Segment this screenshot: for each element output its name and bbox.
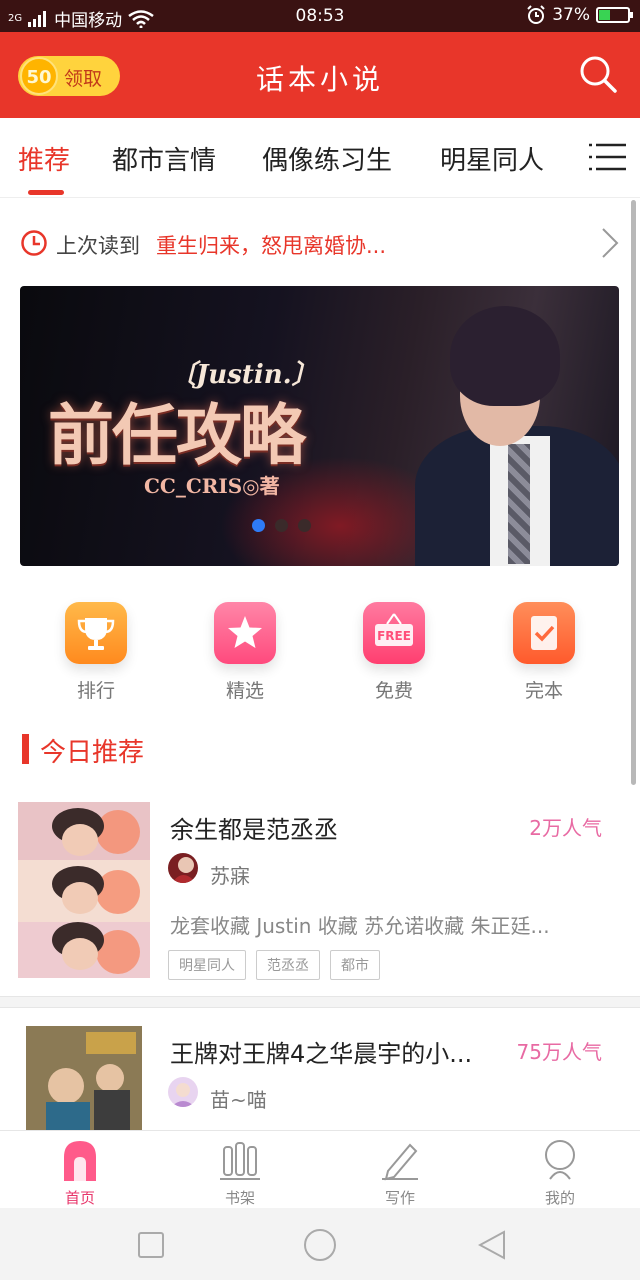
book-tag[interactable]: 都市: [330, 950, 380, 980]
quick-link-free[interactable]: FREE 免费: [334, 600, 454, 703]
book-cover[interactable]: [26, 1026, 142, 1130]
status-right: 37%: [526, 5, 633, 25]
check-note-icon: [513, 602, 575, 664]
last-read-bar[interactable]: 上次读到 重生归来，怒甩离婚协...: [20, 226, 620, 260]
carousel-dot[interactable]: [275, 519, 288, 532]
battery-icon: [596, 7, 633, 23]
banner-carousel[interactable]: 〔Justin.〕 前任攻略 CC_CRIS◎著: [20, 286, 619, 566]
quick-link-label: 完本: [524, 680, 563, 702]
nav-me[interactable]: 我的: [500, 1137, 620, 1208]
menu-icon[interactable]: [588, 142, 628, 172]
nav-label: 首页: [64, 1189, 95, 1207]
book-tag[interactable]: 范丞丞: [256, 950, 320, 980]
tab-urban-romance[interactable]: 都市言情: [112, 140, 216, 177]
carousel-dots: [252, 519, 311, 532]
status-bar: 2G 中国移动 08:53 37%: [0, 0, 640, 32]
profile-icon: [545, 1140, 575, 1180]
quick-link-label: 免费: [374, 680, 413, 702]
last-read-book[interactable]: 重生归来，怒甩离婚协...: [156, 230, 640, 260]
nav-label: 书架: [224, 1189, 255, 1207]
banner-person-hair: [450, 306, 560, 406]
book-popularity: 75万人气: [516, 1040, 602, 1064]
nav-bookshelf[interactable]: 书架: [180, 1137, 300, 1208]
carousel-dot[interactable]: [252, 519, 265, 532]
active-tab-indicator: [28, 190, 64, 195]
banner-person-tie: [508, 444, 530, 564]
chevron-right-icon[interactable]: [600, 226, 620, 260]
trophy-icon: [65, 602, 127, 664]
carousel-dot[interactable]: [298, 519, 311, 532]
tab-idol-trainee[interactable]: 偶像练习生: [262, 140, 392, 177]
free-sign-icon: FREE: [363, 602, 425, 664]
author-avatar: [168, 853, 198, 883]
quick-link-label: 排行: [76, 680, 115, 702]
nav-write[interactable]: 写作: [340, 1137, 460, 1208]
system-nav-bar: [0, 1208, 640, 1280]
app-header: 50 领取 话本小说: [0, 32, 640, 118]
quick-link-featured[interactable]: 精选: [185, 600, 305, 703]
home-icon: [64, 1141, 96, 1181]
clock-icon: [21, 230, 47, 256]
recent-apps-icon[interactable]: [138, 1232, 164, 1258]
nav-label: 写作: [384, 1189, 415, 1207]
book-author: 苏寐: [210, 864, 250, 888]
alarm-icon: [527, 5, 545, 24]
category-tabs: 推荐 都市言情 偶像练习生 明星同人: [0, 118, 640, 198]
banner-title: 前任攻略: [48, 396, 306, 474]
book-description: 龙套收藏 Justin 收藏 苏允诺收藏 朱正廷...: [170, 914, 550, 938]
book-author: 苗~喵: [210, 1088, 267, 1112]
book-tags: 明星同人 范丞丞 都市: [168, 950, 380, 980]
search-icon[interactable]: [578, 54, 618, 94]
tab-recommend[interactable]: 推荐: [18, 140, 70, 177]
banner-byline: CC_CRIS◎著: [144, 474, 280, 498]
last-read-prefix: 上次读到: [56, 234, 140, 258]
author-avatar: [168, 1077, 198, 1107]
book-title: 余生都是范丞丞: [170, 816, 338, 844]
app-title: 话本小说: [255, 63, 384, 96]
quick-links: 排行 精选 FREE 免费 完本: [0, 600, 640, 710]
star-icon: [214, 602, 276, 664]
battery-fill: [599, 10, 611, 20]
bookshelf-icon: [220, 1142, 260, 1180]
quick-link-label: 精选: [225, 680, 264, 702]
section-accent-bar: [22, 734, 29, 764]
book-popularity: 2万人气: [529, 816, 602, 840]
back-triangle-icon[interactable]: [478, 1230, 506, 1260]
quick-link-completed[interactable]: 完本: [484, 600, 604, 703]
svg-text:FREE: FREE: [377, 629, 411, 643]
section-title: 今日推荐: [40, 738, 145, 768]
tab-celebrity-fanfic[interactable]: 明星同人: [440, 140, 544, 177]
bottom-nav: 首页 书架 写作 我的: [0, 1130, 640, 1208]
nav-label: 我的: [544, 1189, 575, 1207]
book-cover[interactable]: [18, 802, 150, 978]
battery-percent: 37%: [552, 5, 590, 25]
book-title: 王牌对王牌4之华晨宇的小...: [170, 1040, 473, 1068]
quick-link-ranking[interactable]: 排行: [36, 600, 156, 703]
pen-icon: [382, 1143, 418, 1181]
book-item[interactable]: 王牌对王牌4之华晨宇的小... 75万人气 苗~喵: [0, 1026, 640, 1130]
book-tag[interactable]: 明星同人: [168, 950, 246, 980]
list-divider: [0, 996, 640, 1008]
home-circle-icon[interactable]: [303, 1228, 337, 1262]
nav-home[interactable]: 首页: [20, 1137, 140, 1208]
